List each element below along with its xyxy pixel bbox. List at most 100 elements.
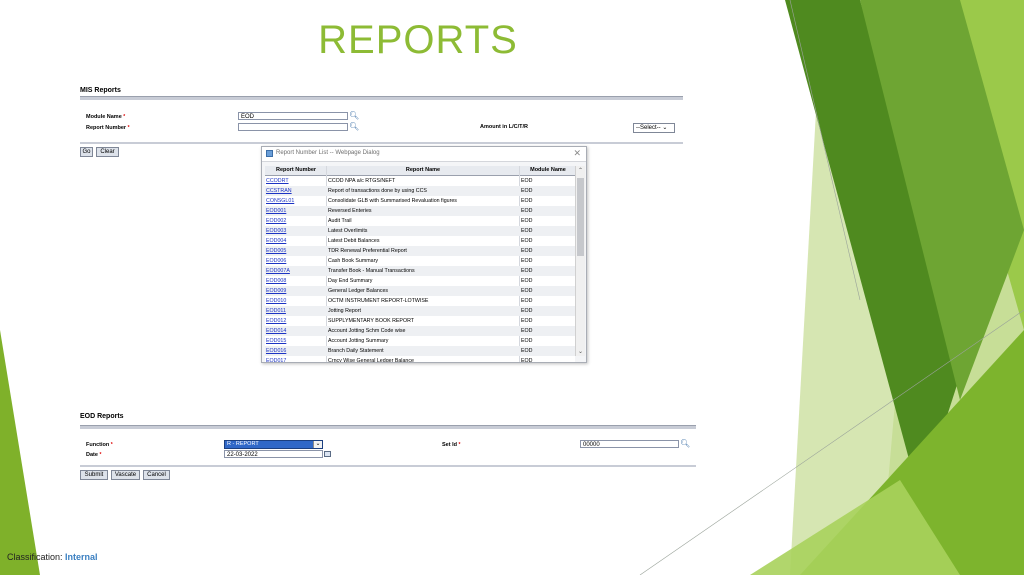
report-code-link[interactable]: CONSGL01 — [266, 196, 324, 206]
dialog-title-bar: Report Number List -- Webpage Dialog ✕ — [262, 147, 586, 162]
report-code-link[interactable]: EOD004 — [266, 236, 324, 246]
module-name-cell: EOD — [521, 218, 533, 224]
module-name-cell: EOD — [521, 248, 533, 254]
table-row[interactable]: EOD001 Reversed Enteries EOD — [265, 206, 575, 216]
report-code-link[interactable]: EOD003 — [266, 226, 324, 236]
report-name-cell: Audit Trail — [328, 218, 352, 224]
report-name-cell: TDR Renewal Preferential Report — [328, 248, 407, 254]
report-name-cell: Account Jotting Schm Code wise — [328, 328, 406, 334]
classification-footer: Classification: Internal — [7, 552, 98, 562]
report-code-link[interactable]: EOD002 — [266, 216, 324, 226]
table-row[interactable]: EOD004 Latest Debit Balances EOD — [265, 236, 575, 246]
mis-section-title: MIS Reports — [80, 87, 121, 94]
module-name-cell: EOD — [521, 298, 533, 304]
report-grid: Report Number Report Name Module Name CC… — [265, 166, 575, 362]
module-name-cell: EOD — [521, 328, 533, 334]
header-report-name[interactable]: Report Name — [328, 167, 518, 173]
report-code-link[interactable]: CCODRT — [266, 176, 324, 186]
function-value: R - REPORT — [227, 441, 259, 447]
clear-button[interactable]: Clear — [96, 147, 119, 157]
dialog-scrollbar[interactable]: ⌃ ⌄ — [575, 166, 585, 356]
table-row[interactable]: EOD016 Branch Daily Statement EOD — [265, 346, 575, 356]
vascate-button[interactable]: Vascate — [111, 470, 140, 480]
module-name-cell: EOD — [521, 228, 533, 234]
report-name-cell: Cash Book Summary — [328, 258, 379, 264]
report-name-cell: Account Jotting Summary — [328, 338, 389, 344]
table-row[interactable]: EOD017 Crncy Wise General Ledger Balance E… — [265, 356, 575, 362]
module-name-label: Module Name * — [86, 114, 126, 120]
left-green-wedge — [0, 330, 40, 575]
table-row[interactable]: EOD015 Account Jotting Summary EOD — [265, 336, 575, 346]
module-name-cell: EOD — [521, 238, 533, 244]
eod-form-panel — [80, 429, 696, 467]
module-search-icon[interactable]: 🔍︎ — [349, 112, 359, 120]
report-code-link[interactable]: EOD016 — [266, 346, 324, 356]
cancel-button[interactable]: Cancel — [143, 470, 170, 480]
table-row[interactable]: EOD011 Jotting Report EOD — [265, 306, 575, 316]
report-code-link[interactable]: EOD007A — [266, 266, 324, 276]
scroll-up-icon[interactable]: ⌃ — [576, 167, 585, 174]
header-module-name[interactable]: Module Name — [521, 167, 575, 173]
dialog-title: Report Number List -- Webpage Dialog — [276, 150, 380, 156]
table-row[interactable]: EOD008 Day End Summary EOD — [265, 276, 575, 286]
setid-input[interactable]: 00000 — [580, 440, 679, 448]
function-select[interactable]: R - REPORT ⌄ — [224, 440, 323, 449]
table-row[interactable]: EOD009 General Ledger Balances EOD — [265, 286, 575, 296]
report-code-link[interactable]: EOD011 — [266, 306, 324, 316]
report-code-link[interactable]: EOD017 — [266, 356, 324, 362]
chevron-down-icon[interactable]: ⌄ — [313, 441, 322, 448]
report-code-link[interactable]: EOD006 — [266, 256, 324, 266]
report-name-cell: Transfer Book - Manual Transactions — [328, 268, 415, 274]
classification-label: Classification: — [7, 552, 63, 562]
module-name-cell: EOD — [521, 308, 533, 314]
report-code-link[interactable]: EOD015 — [266, 336, 324, 346]
close-icon[interactable]: ✕ — [573, 148, 581, 159]
setid-search-icon[interactable]: 🔍︎ — [680, 440, 690, 448]
table-row[interactable]: EOD003 Latest Overlimits EOD — [265, 226, 575, 236]
date-label: Date * — [86, 452, 102, 458]
go-button[interactable]: Go — [80, 147, 93, 157]
report-name-cell: General Ledger Balances — [328, 288, 389, 294]
report-name-cell: Crncy Wise General Ledger Balance — [328, 358, 414, 362]
setid-label: Set Id * — [442, 442, 461, 448]
report-name-cell: Report of transactions done by using CCS — [328, 188, 427, 194]
table-row[interactable]: CCSTRAN Report of transactions done by us… — [265, 186, 575, 196]
module-name-cell: EOD — [521, 358, 533, 362]
amount-label: Amount in L/C/T/R — [480, 124, 528, 130]
report-name-cell: Consolidate GLB with Summarised Revaluat… — [328, 198, 457, 204]
report-code-link[interactable]: EOD014 — [266, 326, 324, 336]
table-row[interactable]: CONSGL01 Consolidate GLB with Summarised … — [265, 196, 575, 206]
table-row[interactable]: EOD007A Transfer Book - Manual Transactio… — [265, 266, 575, 276]
report-code-link[interactable]: EOD010 — [266, 296, 324, 306]
module-name-cell: EOD — [521, 318, 533, 324]
slide-title: REPORTS — [318, 18, 518, 62]
function-label: Function * — [86, 442, 113, 448]
table-row[interactable]: EOD005 TDR Renewal Preferential Report EOD — [265, 246, 575, 256]
report-number-label: Report Number * — [86, 125, 130, 131]
table-row[interactable]: CCODRT CCOD NPA a/c RTGS/NEFT EOD — [265, 176, 575, 186]
report-code-link[interactable]: EOD005 — [266, 246, 324, 256]
report-code-link[interactable]: EOD012 — [266, 316, 324, 326]
table-row[interactable]: EOD006 Cash Book Summary EOD — [265, 256, 575, 266]
scroll-down-icon[interactable]: ⌄ — [576, 348, 585, 355]
submit-button[interactable]: Submit — [80, 470, 108, 480]
report-code-link[interactable]: EOD008 — [266, 276, 324, 286]
module-name-cell: EOD — [521, 338, 533, 344]
scroll-thumb[interactable] — [577, 178, 584, 256]
report-search-icon[interactable]: 🔍︎ — [349, 123, 359, 131]
table-row[interactable]: EOD010 OCTM INSTRUMENT REPORT-LOTWISE EOD — [265, 296, 575, 306]
calendar-icon[interactable] — [324, 451, 331, 457]
module-name-input[interactable]: EOD — [238, 112, 348, 120]
header-report-number[interactable]: Report Number — [266, 167, 326, 173]
amount-select[interactable]: --Select-- ⌄ — [633, 123, 675, 133]
report-code-link[interactable]: EOD009 — [266, 286, 324, 296]
report-code-link[interactable]: EOD001 — [266, 206, 324, 216]
table-row[interactable]: EOD014 Account Jotting Schm Code wise EOD — [265, 326, 575, 336]
report-code-link[interactable]: CCSTRAN — [266, 186, 324, 196]
date-input[interactable]: 22-03-2022 — [224, 450, 323, 458]
report-number-input[interactable] — [238, 123, 348, 131]
module-name-cell: EOD — [521, 288, 533, 294]
report-name-cell: Branch Daily Statement — [328, 348, 384, 354]
table-row[interactable]: EOD012 SUPPLYMENTARY BOOK REPORT EOD — [265, 316, 575, 326]
table-row[interactable]: EOD002 Audit Trail EOD — [265, 216, 575, 226]
